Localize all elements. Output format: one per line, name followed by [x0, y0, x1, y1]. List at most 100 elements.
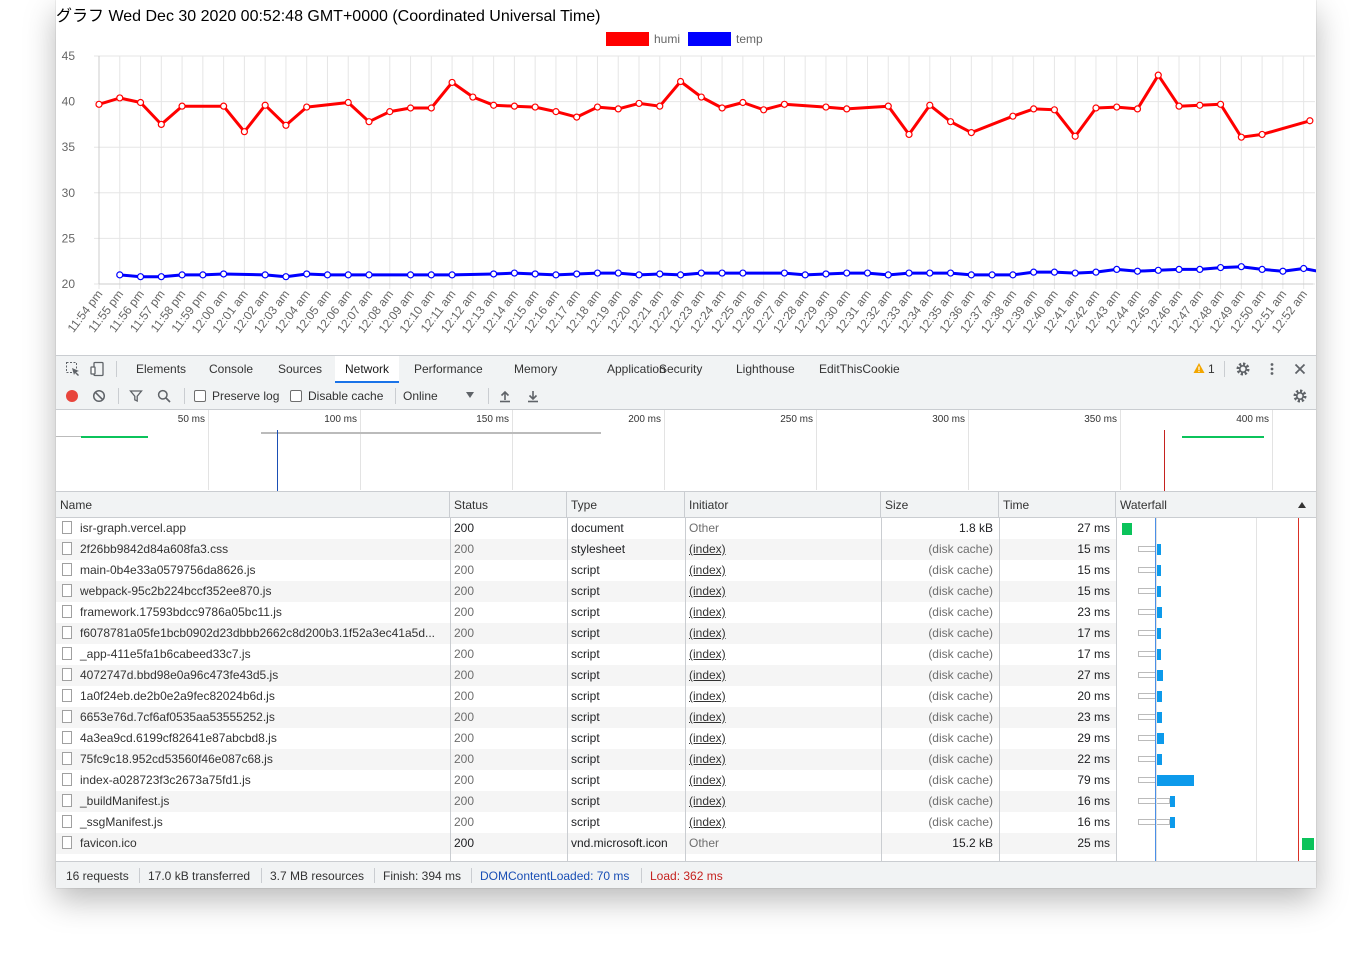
cell-initiator[interactable]: (index)	[689, 689, 726, 703]
humi-point	[1030, 105, 1038, 113]
cell-initiator[interactable]: (index)	[689, 731, 726, 745]
file-icon	[62, 794, 72, 807]
table-row[interactable]: isr-graph.vercel.app 200 document Other 1.8 …	[56, 518, 1116, 539]
preserve-log-checkbox[interactable]	[194, 390, 206, 402]
gear-icon[interactable]	[1235, 361, 1251, 377]
cell-initiator[interactable]: (index)	[689, 794, 726, 808]
cell-initiator[interactable]: (index)	[689, 584, 726, 598]
cell-initiator[interactable]: (index)	[689, 563, 726, 577]
table-row[interactable]: 4072747d.bbd98e0a96c473fe43d5.js 200 scrip…	[56, 665, 1116, 686]
table-row[interactable]: 6653e76d.7cf6af0535aa53555252.js 200 scrip…	[56, 707, 1116, 728]
filter-icon[interactable]	[129, 389, 143, 403]
tab-editthiscookie[interactable]: EditThisCookie	[809, 356, 910, 383]
clear-icon[interactable]	[92, 389, 106, 403]
cell-initiator: Other	[689, 521, 720, 535]
record-button[interactable]	[66, 390, 78, 402]
status-divider	[374, 868, 375, 883]
waterfall-bar	[1156, 670, 1164, 681]
import-har-icon[interactable]	[498, 389, 512, 403]
table-cell: favicon.ico	[56, 833, 450, 854]
overview-tick-label: 100 ms	[324, 414, 357, 425]
table-row[interactable]: _buildManifest.js 200 script (index) (disk c…	[56, 791, 1116, 812]
table-cell: document	[567, 518, 685, 539]
column-header-type[interactable]: Type	[567, 492, 685, 518]
tab-elements[interactable]: Elements	[126, 356, 196, 383]
cell-initiator[interactable]: (index)	[689, 710, 726, 724]
warning-count[interactable]: 1	[1208, 362, 1215, 376]
table-cell: 4072747d.bbd98e0a96c473fe43d5.js	[56, 665, 450, 686]
table-row[interactable]: f6078781a05fe1bcb0902d23dbbb2662c8d200b3…	[56, 623, 1116, 644]
humi-point	[220, 102, 228, 110]
disable-cache-checkbox[interactable]	[290, 390, 302, 402]
table-cell: 27 ms	[999, 665, 1116, 686]
cell-initiator[interactable]: (index)	[689, 668, 726, 682]
cell-initiator[interactable]: (index)	[689, 626, 726, 640]
tab-performance[interactable]: Performance	[404, 356, 493, 383]
temp-point	[490, 270, 498, 278]
table-cell: 17 ms	[999, 623, 1116, 644]
more-options-icon[interactable]	[1264, 361, 1280, 377]
file-icon	[62, 689, 72, 702]
table-row[interactable]: _ssgManifest.js 200 script (index) (disk cac…	[56, 812, 1116, 833]
table-cell: (index)	[685, 560, 881, 581]
tab-lighthouse[interactable]: Lighthouse	[726, 356, 805, 383]
device-toolbar-icon[interactable]	[90, 361, 106, 377]
column-header-size[interactable]: Size	[881, 492, 999, 518]
network-overview-timeline[interactable]: 50 ms 100 ms 150 ms 200 ms 250 ms 300 ms 350 m…	[56, 410, 1316, 492]
humi-point	[635, 99, 643, 108]
overview-bar	[1182, 436, 1264, 438]
table-row[interactable]: 75fc9c18.952cd53560f46e087c68.js 200 scrip…	[56, 749, 1116, 770]
sort-ascending-icon[interactable]	[1298, 502, 1306, 508]
humi-point	[1258, 130, 1266, 139]
table-row[interactable]: _app-411e5fa1b6cabeed33c7.js 200 script (in…	[56, 644, 1116, 665]
column-header-time[interactable]: Time	[999, 492, 1116, 518]
cell-initiator[interactable]: (index)	[689, 815, 726, 829]
humi-point	[1216, 100, 1225, 108]
table-row[interactable]: main-0b4e33a0579756da8626.js 200 script (in…	[56, 560, 1116, 581]
cell-initiator[interactable]: (index)	[689, 773, 726, 787]
file-icon	[62, 836, 72, 849]
table-row[interactable]: 1a0f24eb.de2b0e2a9fec82024b6d.js 200 scrip…	[56, 686, 1116, 707]
status-divider	[261, 868, 262, 883]
temp-point	[365, 271, 373, 279]
warning-icon[interactable]	[1193, 362, 1205, 374]
table-row[interactable]: index-a028723f3c2673a75fd1.js 200 script (i…	[56, 770, 1116, 791]
tab-sources[interactable]: Sources	[268, 356, 332, 383]
cell-initiator[interactable]: (index)	[689, 605, 726, 619]
throttling-select[interactable]: Online	[403, 389, 438, 403]
table-row[interactable]: 4a3ea9cd.6199cf82641e87abcbd8.js 200 scrip…	[56, 728, 1116, 749]
table-cell: 16 ms	[999, 791, 1116, 812]
column-header-waterfall[interactable]: Waterfall	[1116, 492, 1316, 518]
cell-initiator[interactable]: (index)	[689, 542, 726, 556]
export-har-icon[interactable]	[526, 389, 540, 403]
inspect-element-icon[interactable]	[65, 361, 81, 377]
tab-network[interactable]: Network	[335, 356, 400, 383]
cell-size: (disk cache)	[928, 689, 993, 703]
table-cell: _ssgManifest.js	[56, 812, 450, 833]
table-row[interactable]: favicon.ico 200 vnd.microsoft.icon Other 15.…	[56, 833, 1116, 854]
status-divider	[139, 868, 140, 883]
table-cell: 200	[450, 833, 567, 854]
cell-time: 23 ms	[1077, 710, 1110, 724]
waterfall-queue-bar	[1138, 714, 1156, 720]
cell-initiator[interactable]: (index)	[689, 647, 726, 661]
table-row[interactable]: 2f26bb9842d84a608fa3.css 200 stylesheet (in…	[56, 539, 1116, 560]
table-row[interactable]: framework.17593bdcc9786a05bc11.js 200 scri…	[56, 602, 1116, 623]
tab-divider	[116, 361, 117, 377]
temp-point	[739, 269, 747, 277]
close-icon[interactable]	[1292, 361, 1308, 377]
tab-memory[interactable]: Memory	[504, 356, 567, 383]
column-header-initiator[interactable]: Initiator	[685, 492, 881, 518]
column-header-name[interactable]: Name	[56, 492, 450, 518]
column-header-status[interactable]: Status	[450, 492, 567, 518]
tab-console[interactable]: Console	[199, 356, 263, 383]
table-cell: 1a0f24eb.de2b0e2a9fec82024b6d.js	[56, 686, 450, 707]
cell-initiator[interactable]: (index)	[689, 752, 726, 766]
table-cell: vnd.microsoft.icon	[567, 833, 685, 854]
chevron-down-icon[interactable]	[466, 392, 474, 398]
network-settings-gear-icon[interactable]	[1292, 388, 1308, 404]
table-row[interactable]: webpack-95c2b224bccf352ee870.js 200 script…	[56, 581, 1116, 602]
search-icon[interactable]	[157, 389, 171, 403]
tab-security[interactable]: Security	[649, 356, 712, 383]
overview-gridline	[664, 410, 665, 490]
